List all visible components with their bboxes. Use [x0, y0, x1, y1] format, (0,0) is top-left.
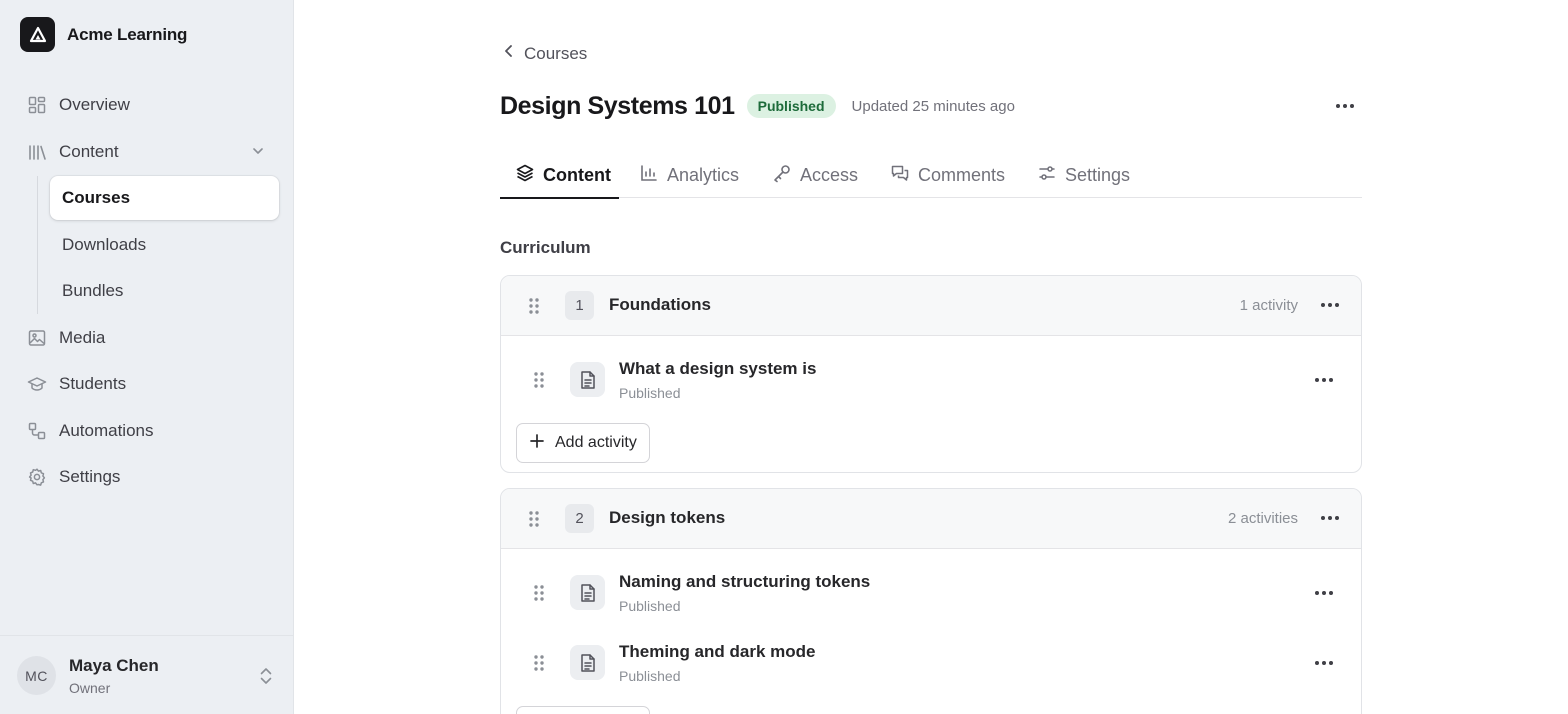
sidebar-subitem-courses[interactable]: Courses [50, 176, 279, 220]
activity-status: Published [619, 598, 681, 614]
document-icon [570, 362, 605, 397]
document-icon [570, 645, 605, 680]
more-options-icon[interactable] [1313, 369, 1335, 391]
add-activity-button[interactable]: Add activity [516, 706, 650, 714]
activity-title: Naming and structuring tokens [619, 572, 871, 591]
chevron-left-icon [500, 40, 516, 67]
drag-handle-icon[interactable] [527, 297, 541, 315]
sidebar-item-label: Content [59, 142, 119, 161]
module-number: 2 [565, 504, 594, 533]
module-card: 1 Foundations 1 activity What a design s… [500, 275, 1362, 473]
key-icon [772, 163, 792, 188]
sidebar: Acme Learning Overview Content Courses D… [0, 0, 294, 714]
tab-comments[interactable]: Comments [890, 152, 1005, 198]
plus-icon [529, 433, 545, 454]
tab-access[interactable]: Access [772, 152, 858, 198]
tab-content[interactable]: Content [500, 152, 619, 199]
breadcrumb-label: Courses [524, 43, 588, 63]
module-header: 1 Foundations 1 activity [501, 276, 1361, 336]
page-title: Design Systems 101 [500, 91, 735, 120]
sidebar-item-content[interactable]: Content [20, 132, 280, 172]
activity-title: What a design system is [619, 359, 817, 378]
sidebar-item-automations[interactable]: Automations [20, 411, 280, 451]
tab-analytics[interactable]: Analytics [639, 152, 739, 198]
document-icon [570, 575, 605, 610]
tab-label: Settings [1065, 164, 1131, 185]
breadcrumb[interactable]: Courses [500, 40, 587, 67]
activity-row[interactable]: Naming and structuring tokens Published [501, 549, 1361, 620]
user-menu[interactable]: MC Maya Chen Owner [0, 635, 293, 714]
subnav-divider [37, 176, 38, 314]
drag-handle-icon[interactable] [532, 371, 546, 389]
module-title: Design tokens [609, 508, 726, 527]
sidebar-subitem-bundles[interactable]: Bundles [50, 269, 279, 313]
updated-timestamp: Updated 25 minutes ago [851, 97, 1015, 115]
tab-settings[interactable]: Settings [1037, 152, 1130, 198]
user-name: Maya Chen [69, 656, 159, 675]
module-header: 2 Design tokens 2 activities [501, 489, 1361, 549]
module-card: 2 Design tokens 2 activities Naming and … [500, 488, 1362, 714]
tabs: Content Analytics Access Comments Settin… [500, 152, 1362, 199]
sidebar-item-settings[interactable]: Settings [20, 457, 280, 497]
sidebar-item-label: Media [59, 328, 106, 347]
chevron-down-icon[interactable] [250, 143, 266, 164]
module-title: Foundations [609, 295, 711, 314]
add-activity-label: Add activity [555, 434, 637, 451]
tab-label: Content [543, 164, 611, 185]
title-row: Design Systems 101 Published Updated 25 … [500, 89, 1362, 123]
drag-handle-icon[interactable] [532, 654, 546, 672]
activity-row[interactable]: What a design system is Published [501, 336, 1361, 412]
sidebar-item-label: Students [59, 374, 127, 393]
more-options-icon[interactable] [1313, 652, 1335, 674]
activity-title: Theming and dark mode [619, 642, 816, 661]
grid-icon [26, 94, 48, 116]
drag-handle-icon[interactable] [532, 584, 546, 602]
sidebar-item-label: Settings [59, 467, 121, 486]
add-activity-button[interactable]: Add activity [516, 423, 650, 463]
activity-row[interactable]: Theming and dark mode Published [501, 620, 1361, 691]
avatar: MC [17, 656, 56, 695]
more-options-icon[interactable] [1319, 294, 1341, 316]
more-options-icon[interactable] [1319, 507, 1341, 529]
library-icon [26, 141, 48, 163]
module-activity-count: 1 activity [1239, 297, 1298, 314]
brand[interactable]: Acme Learning [20, 17, 187, 52]
module-activity-count: 2 activities [1227, 510, 1298, 527]
more-options-icon[interactable] [1313, 582, 1335, 604]
more-options-icon[interactable] [1334, 95, 1356, 117]
user-role: Owner [69, 680, 111, 696]
layers-icon [515, 163, 535, 188]
sidebar-item-label: Automations [59, 421, 154, 440]
brand-logo-icon [20, 17, 55, 52]
gear-icon [26, 466, 48, 488]
sidebar-item-media[interactable]: Media [20, 318, 280, 358]
comments-icon [890, 163, 910, 188]
sidebar-item-overview[interactable]: Overview [20, 85, 280, 125]
tab-label: Comments [918, 164, 1006, 185]
status-badge: Published [746, 94, 836, 118]
sidebar-item-label: Overview [59, 95, 130, 114]
sidebar-subitem-downloads[interactable]: Downloads [50, 223, 279, 267]
workflow-icon [26, 420, 48, 442]
image-icon [26, 327, 48, 349]
sliders-icon [1037, 163, 1057, 188]
chevron-up-down-icon[interactable] [256, 665, 276, 687]
sidebar-item-students[interactable]: Students [20, 364, 280, 404]
drag-handle-icon[interactable] [527, 510, 541, 528]
brand-name: Acme Learning [67, 24, 188, 44]
tab-label: Analytics [667, 164, 740, 185]
tab-label: Access [800, 164, 859, 185]
graduation-cap-icon [26, 373, 48, 395]
bar-chart-icon [639, 163, 659, 188]
module-number: 1 [565, 291, 594, 320]
activity-status: Published [619, 385, 681, 401]
activity-status: Published [619, 668, 681, 684]
section-title: Curriculum [500, 238, 591, 257]
